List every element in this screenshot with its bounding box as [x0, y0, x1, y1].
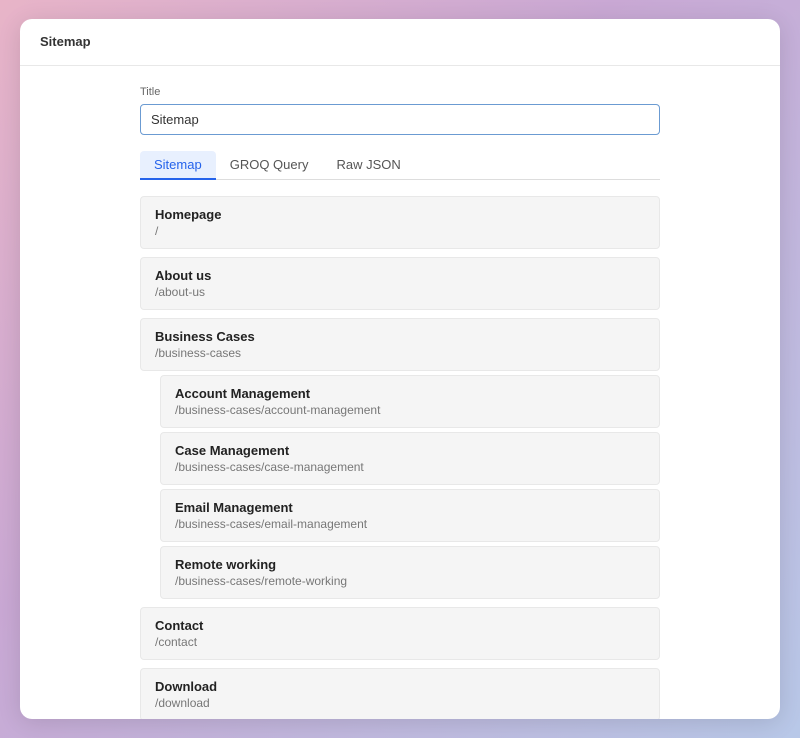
- sitemap-item-path: /: [155, 224, 645, 238]
- sitemap-item-path: /business-cases/case-management: [175, 460, 645, 474]
- form-section: Title Sitemap GROQ Query Raw JSON Homepa…: [20, 86, 780, 719]
- sitemap-item-remote-working: Remote working /business-cases/remote-wo…: [160, 546, 660, 599]
- title-input[interactable]: [140, 104, 660, 135]
- nested-group-business-cases: Account Management /business-cases/accou…: [140, 375, 660, 599]
- sitemap-group-business-cases: Business Cases /business-cases Account M…: [140, 318, 660, 599]
- sitemap-item-email-management: Email Management /business-cases/email-m…: [160, 489, 660, 542]
- sitemap-item-path: /business-cases/remote-working: [175, 574, 645, 588]
- sitemap-item-title: Homepage: [155, 207, 645, 222]
- sitemap-item-download: Download /download: [140, 668, 660, 719]
- sitemap-item-account-management: Account Management /business-cases/accou…: [160, 375, 660, 428]
- sitemap-item-path: /download: [155, 696, 645, 710]
- sitemap-item-homepage: Homepage /: [140, 196, 660, 249]
- sitemap-item-path: /about-us: [155, 285, 645, 299]
- sitemap-item-title: Download: [155, 679, 645, 694]
- sitemap-item-contact: Contact /contact: [140, 607, 660, 660]
- window-header: Sitemap: [20, 19, 780, 66]
- tab-groq-query[interactable]: GROQ Query: [216, 151, 323, 180]
- sitemap-item-title: Contact: [155, 618, 645, 633]
- tab-sitemap[interactable]: Sitemap: [140, 151, 216, 180]
- tab-raw-json[interactable]: Raw JSON: [322, 151, 414, 180]
- main-window: Sitemap Title Sitemap GROQ Query Raw JSO…: [20, 19, 780, 719]
- sitemap-item-title: Remote working: [175, 557, 645, 572]
- sitemap-item-business-cases: Business Cases /business-cases: [140, 318, 660, 371]
- sitemap-item-title: Email Management: [175, 500, 645, 515]
- sitemap-item-title: Account Management: [175, 386, 645, 401]
- sitemap-item-path: /business-cases: [155, 346, 645, 360]
- sitemap-item-title: About us: [155, 268, 645, 283]
- sitemap-item-path: /contact: [155, 635, 645, 649]
- title-label: Title: [140, 86, 660, 98]
- content-area: Title Sitemap GROQ Query Raw JSON Homepa…: [20, 66, 780, 719]
- sitemap-item-path: /business-cases/email-management: [175, 517, 645, 531]
- sitemap-item-about-us: About us /about-us: [140, 257, 660, 310]
- sitemap-list: Homepage / About us /about-us Business C…: [140, 196, 660, 719]
- tabs-row: Sitemap GROQ Query Raw JSON: [140, 151, 660, 180]
- sitemap-item-title: Case Management: [175, 443, 645, 458]
- sitemap-item-path: /business-cases/account-management: [175, 403, 645, 417]
- window-title: Sitemap: [40, 34, 91, 49]
- sitemap-item-title: Business Cases: [155, 329, 645, 344]
- sitemap-item-case-management: Case Management /business-cases/case-man…: [160, 432, 660, 485]
